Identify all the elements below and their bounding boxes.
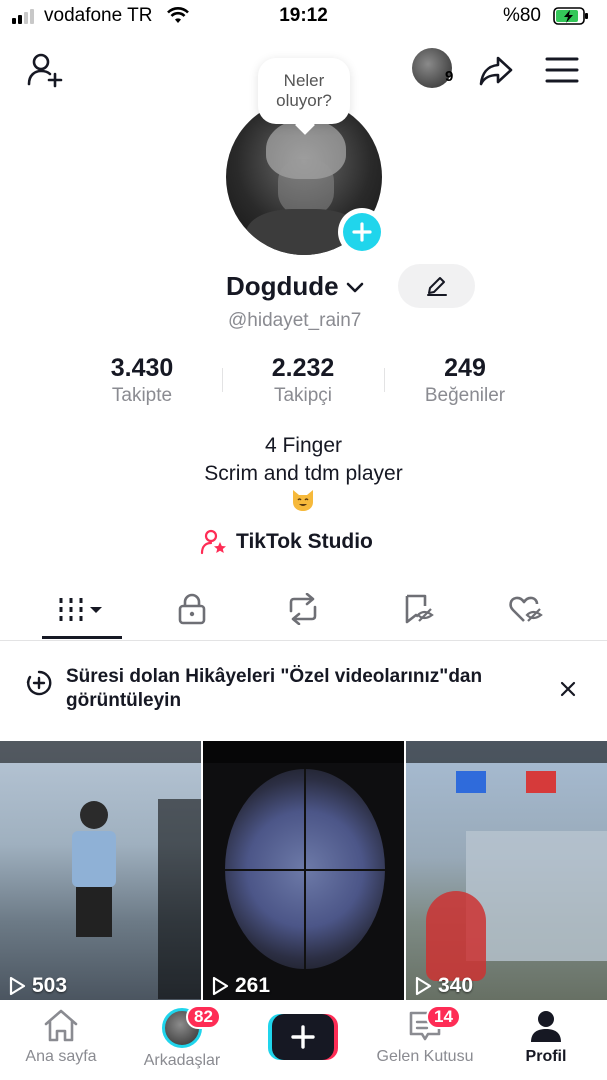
display-name: Dogdude (226, 270, 339, 301)
tab-private[interactable] (152, 585, 232, 633)
menu-button[interactable] (540, 48, 584, 92)
tab-reposts[interactable] (263, 585, 343, 633)
username: @hidayet_rain7 (228, 310, 362, 331)
banner-text: Süresi dolan Hikâyeleri "Özel videoların… (66, 666, 483, 711)
nav-home[interactable]: Ana sayfa (6, 1008, 116, 1076)
view-count: 503 (32, 974, 68, 997)
hamburger-menu-icon (545, 57, 579, 83)
inbox-badge: 14 (426, 1005, 461, 1029)
create-button[interactable] (268, 1014, 338, 1060)
likes-stat[interactable]: 249 Beğeniler (385, 354, 545, 407)
nav-friends-label: Arkadaşlar (143, 1052, 221, 1069)
add-story-button[interactable] (338, 208, 386, 256)
add-user-icon (27, 53, 63, 88)
bio-line-2: Scrim and tdm player (204, 462, 403, 485)
creator-star-icon (200, 529, 226, 555)
bio-line-1: 4 Finger (264, 434, 343, 457)
close-icon (560, 681, 576, 697)
carrier-name: vodafone TR (44, 5, 153, 26)
following-stat[interactable]: 3.430 Takipte (62, 354, 222, 407)
battery-percentage: %80 (502, 5, 541, 26)
edit-profile-button[interactable] (398, 264, 475, 308)
lock-icon (178, 593, 206, 625)
video-grid-icon (59, 598, 102, 621)
video-thumbnail[interactable]: 503 (0, 741, 201, 1000)
tab-saved[interactable] (378, 585, 458, 633)
repost-icon (289, 593, 317, 625)
tab-videos[interactable] (42, 585, 122, 633)
plus-icon (291, 1025, 315, 1049)
video-thumbnail[interactable]: 340 (406, 741, 607, 1000)
banner-close-button[interactable] (554, 675, 582, 703)
smiling-cat-emoji-icon (293, 490, 313, 511)
bookmark-hidden-icon (405, 594, 434, 624)
play-icon (9, 976, 26, 996)
game-character (66, 801, 122, 951)
video-views: 261 (211, 974, 270, 998)
bubble-line-2: oluyor? (276, 91, 332, 110)
cellular-signal-icon (12, 9, 34, 24)
nav-home-label: Ana sayfa (25, 1048, 97, 1065)
tiktok-studio-label: TikTok Studio (236, 530, 373, 553)
view-count: 340 (438, 974, 474, 997)
play-icon (415, 976, 432, 996)
status-bubble[interactable]: Neler oluyor? (258, 58, 350, 124)
story-count: 9 (445, 68, 454, 85)
profile-person-icon (531, 1011, 561, 1042)
wifi-icon (167, 7, 189, 23)
share-button[interactable] (474, 48, 518, 92)
video-views: 503 (8, 974, 67, 998)
plus-icon (352, 222, 372, 242)
likes-count: 249 (444, 354, 486, 382)
following-count: 3.430 (110, 354, 174, 382)
pencil-icon (426, 277, 447, 296)
tabs-divider (0, 640, 607, 641)
video-thumbnail[interactable]: 261 (203, 741, 404, 1000)
chevron-down-icon (346, 282, 363, 293)
game-character (426, 891, 486, 981)
view-count: 261 (235, 974, 271, 997)
followers-count: 2.232 (271, 354, 335, 382)
status-bar: vodafone TR 19:12 %80 (0, 0, 607, 34)
following-label: Takipte (111, 385, 173, 406)
video-views: 340 (414, 974, 473, 998)
play-icon (212, 976, 229, 996)
nav-inbox[interactable]: Gelen Kutusu (370, 1008, 480, 1076)
account-switcher[interactable]: Dogdude (226, 266, 365, 306)
nav-profile[interactable]: Profil (491, 1008, 601, 1076)
tiktok-studio-link[interactable]: TikTok Studio (200, 528, 373, 556)
share-arrow-icon (479, 56, 513, 86)
nav-profile-label: Profil (525, 1048, 567, 1065)
followers-stat[interactable]: 2.232 Takipçi (223, 354, 383, 407)
likes-label: Beğeniler (424, 385, 506, 406)
add-friend-button[interactable] (22, 48, 66, 92)
nav-inbox-label: Gelen Kutusu (376, 1048, 474, 1065)
battery-charging-icon (553, 7, 588, 25)
expired-stories-banner[interactable]: Süresi dolan Hikâyeleri "Özel videoların… (0, 655, 607, 733)
active-tab-indicator (42, 636, 122, 639)
followers-label: Takipçi (273, 385, 333, 406)
friends-badge: 82 (186, 1005, 221, 1029)
bubble-line-1: Neler (283, 71, 325, 90)
home-icon (44, 1009, 78, 1042)
tab-liked[interactable] (486, 585, 566, 633)
heart-hidden-icon (509, 596, 543, 622)
